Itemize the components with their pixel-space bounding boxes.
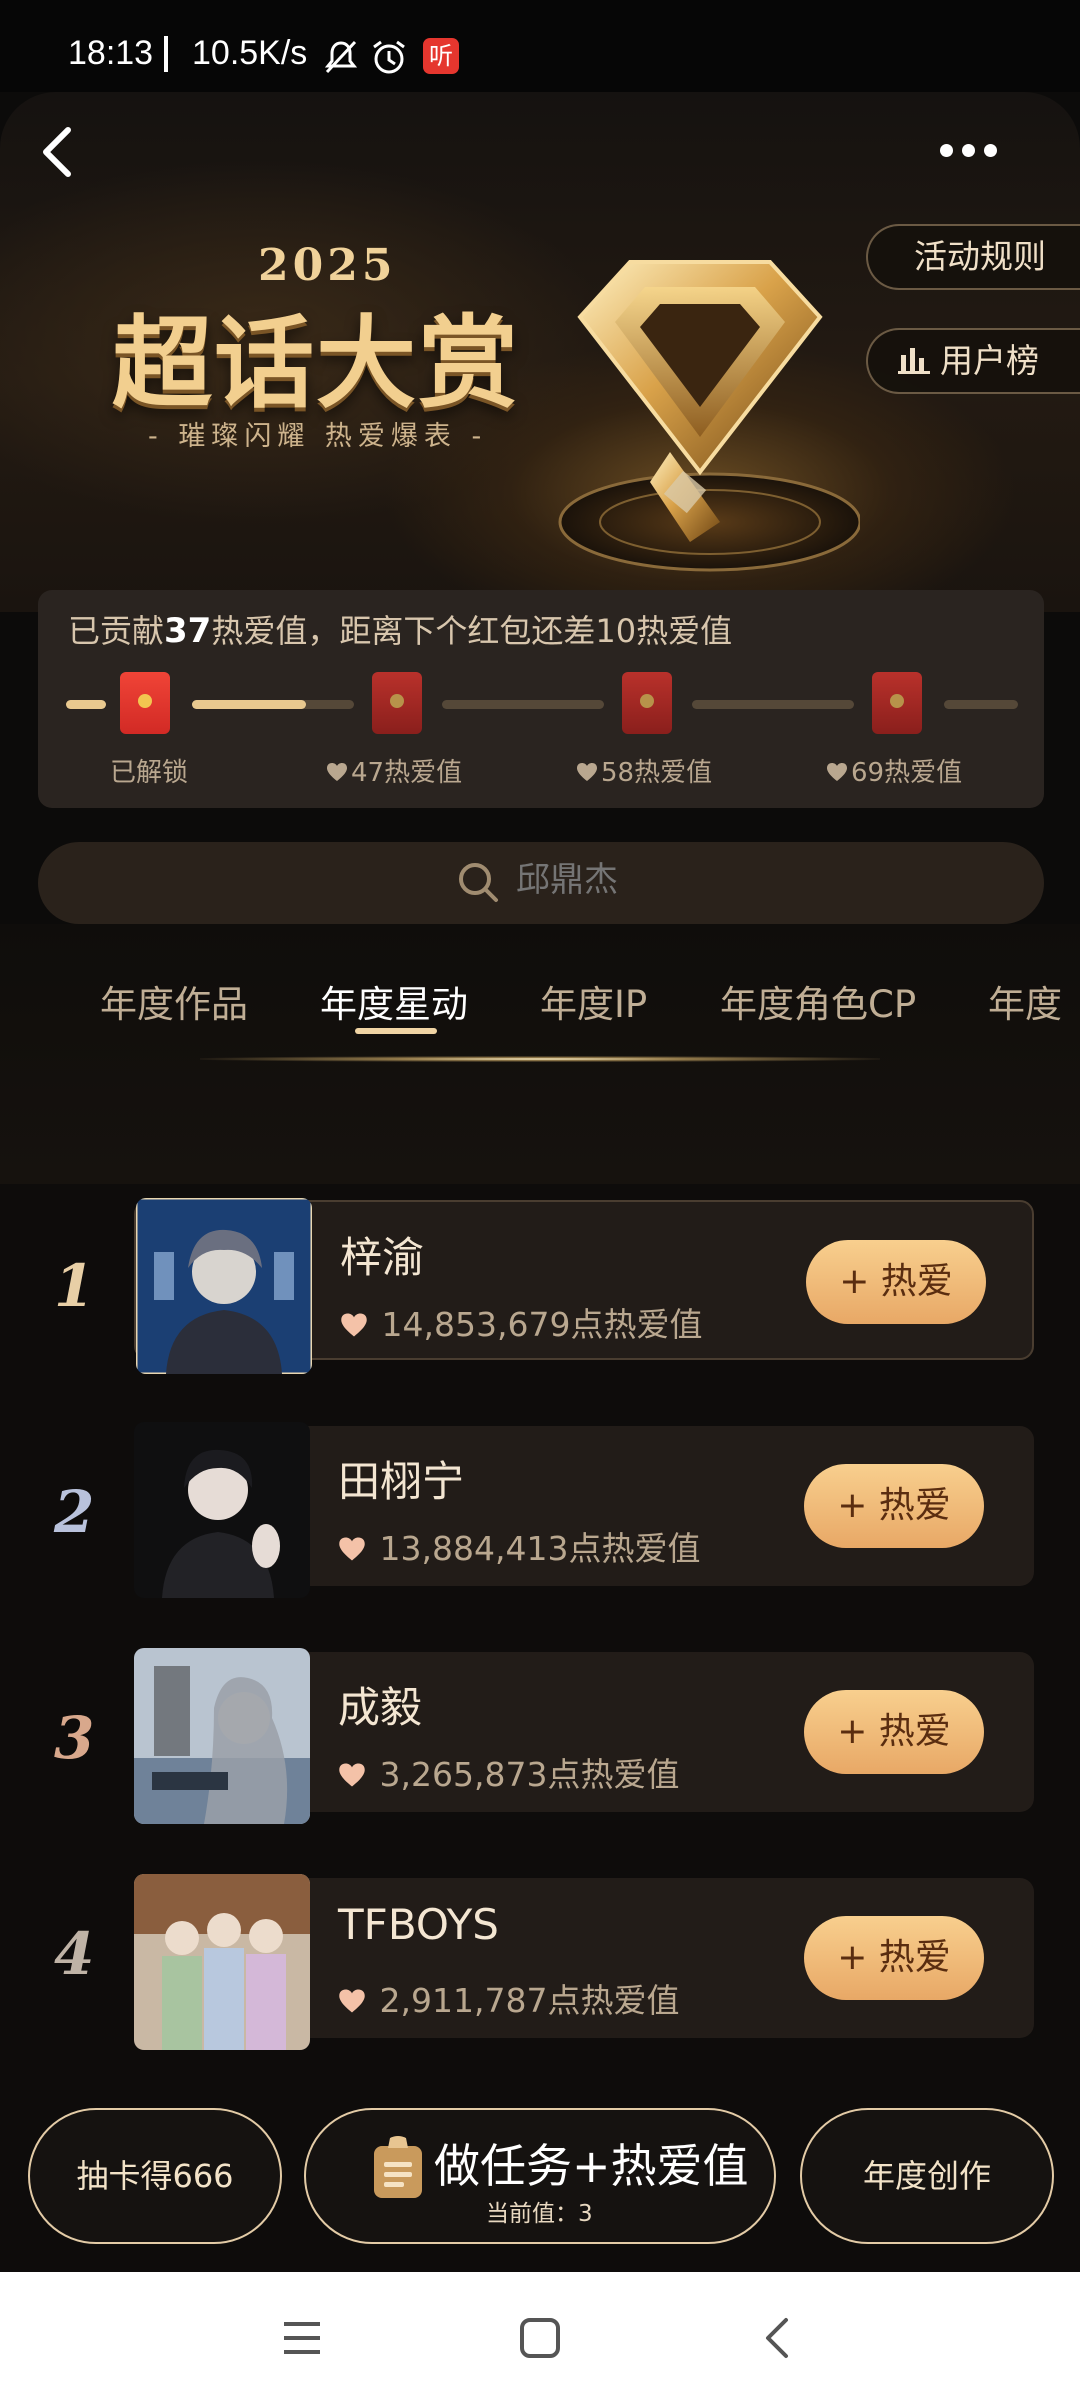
task-list-icon <box>374 2136 422 2198</box>
decorative-glow <box>200 1056 880 1062</box>
red-packet-icon[interactable] <box>872 672 922 734</box>
tab-annual-character-cp[interactable]: 年度角色CP <box>720 974 916 1028</box>
ranking-row[interactable]: 梓渝 14,853,679点热爱值 + 热爱 <box>134 1198 1034 1374</box>
love-score: 14,853,679点热爱值 <box>340 1298 702 1346</box>
progress-track-segment <box>442 700 604 709</box>
more-options-icon[interactable] <box>940 142 1010 162</box>
star-name: 田栩宁 <box>338 1457 465 1506</box>
rank-number: 4 <box>54 1920 95 1988</box>
progress-track-segment <box>66 700 106 709</box>
add-love-button[interactable]: + 热爱 <box>804 1916 984 2000</box>
progress-track-segment <box>692 700 854 709</box>
avatar-image <box>134 1648 310 1824</box>
progress-text: 已贡献37热爱值，距离下个红包还差10热爱值 <box>68 611 733 651</box>
avatar-image <box>134 1422 310 1598</box>
add-love-button[interactable]: + 热爱 <box>804 1690 984 1774</box>
red-packet-icon[interactable] <box>120 672 170 734</box>
add-love-button[interactable]: + 热爱 <box>806 1240 986 1324</box>
ranking-row[interactable]: 成毅 3,265,873点热爱值 + 热爱 <box>134 1648 1034 1824</box>
status-time: 18:13 <box>68 34 154 72</box>
listen-badge-icon: 听 <box>423 38 459 74</box>
hero-banner: 2025 超话大赏 - 璀璨闪耀 热爱爆表 - 活动规则 用户榜 <box>0 92 1080 612</box>
avatar[interactable] <box>134 1422 310 1598</box>
milestone-label: 58热爱值 <box>576 752 712 789</box>
mute-bell-icon <box>324 40 358 74</box>
annual-creation-button[interactable]: 年度创作 <box>800 2108 1054 2244</box>
star-name: 梓渝 <box>340 1233 425 1282</box>
progress-track-segment <box>944 700 1018 709</box>
avatar-image <box>136 1198 312 1374</box>
system-nav-bar <box>0 2272 1080 2400</box>
gold-trophy-logo <box>558 260 860 572</box>
heart-icon <box>339 1537 365 1560</box>
status-bar: 18:13 10.5K/s 听 <box>0 0 1080 92</box>
rank-number: 1 <box>54 1252 95 1320</box>
add-love-button[interactable]: + 热爱 <box>804 1464 984 1548</box>
banner-slogan: - 璀璨闪耀 热爱爆表 - <box>148 421 488 452</box>
rank-number: 2 <box>54 1478 95 1546</box>
home-icon[interactable] <box>518 2316 562 2360</box>
do-tasks-button[interactable]: 做任务+热爱值 当前值：3 <box>304 2108 776 2244</box>
progress-fill <box>192 700 306 709</box>
avatar-image <box>134 1874 310 2050</box>
task-current-value: 当前值：3 <box>486 2201 593 2227</box>
status-divider <box>164 36 168 72</box>
menu-icon[interactable] <box>280 2316 324 2360</box>
red-packet-icon[interactable] <box>372 672 422 734</box>
star-name: TFBOYS <box>338 1900 499 1949</box>
active-tab-indicator <box>355 1028 437 1034</box>
tab-annual-works[interactable]: 年度作品 <box>100 974 248 1028</box>
tab-annual-more[interactable]: 年度 <box>988 974 1080 1028</box>
heart-icon <box>339 1989 365 2012</box>
draw-card-button[interactable]: 抽卡得666 <box>28 2108 282 2244</box>
heart-icon <box>577 762 597 781</box>
milestone-label: 47热爱值 <box>326 752 462 789</box>
tab-annual-ip[interactable]: 年度IP <box>540 974 647 1028</box>
search-icon <box>459 863 498 902</box>
heart-icon <box>339 1763 365 1786</box>
user-ranking-label: 用户榜 <box>940 341 1039 380</box>
ranking-row[interactable]: TFBOYS 2,911,787点热爱值 + 热爱 <box>134 1874 1034 2050</box>
heart-icon <box>327 762 347 781</box>
love-score: 2,911,787点热爱值 <box>338 1974 679 2022</box>
search-input[interactable] <box>516 860 816 900</box>
search-bar[interactable] <box>38 842 1044 924</box>
red-packet-icon[interactable] <box>622 672 672 734</box>
milestone-label: 已解锁 <box>110 758 189 788</box>
heart-icon <box>827 762 847 781</box>
bar-chart-icon <box>898 347 930 374</box>
back-icon[interactable] <box>756 2316 800 2360</box>
avatar[interactable] <box>134 1648 310 1824</box>
tab-annual-stars[interactable]: 年度星动 <box>320 974 468 1028</box>
milestone-label: 69热爱值 <box>826 752 962 789</box>
rank-number: 3 <box>54 1704 95 1772</box>
love-score: 3,265,873点热爱值 <box>338 1748 679 1796</box>
user-ranking-button[interactable]: 用户榜 <box>866 328 1080 394</box>
avatar[interactable] <box>136 1198 312 1374</box>
heart-icon <box>341 1313 367 1336</box>
ranking-row[interactable]: 田栩宁 13,884,413点热爱值 + 热爱 <box>134 1422 1034 1598</box>
star-name: 成毅 <box>338 1683 423 1732</box>
back-arrow-icon[interactable] <box>28 116 88 186</box>
activity-rules-button[interactable]: 活动规则 <box>866 224 1080 290</box>
tabs-background <box>0 924 1080 1184</box>
contributed-value: 37 <box>164 611 212 651</box>
love-score: 13,884,413点热爱值 <box>338 1522 700 1570</box>
avatar[interactable] <box>134 1874 310 2050</box>
status-net-speed: 10.5K/s <box>192 34 308 72</box>
red-packet-progress: 已贡献37热爱值，距离下个红包还差10热爱值 已解锁 47热爱值 58热爱值 6… <box>38 590 1044 808</box>
task-title: 做任务+热爱值 <box>434 2139 749 2193</box>
banner-title: 超话大赏 <box>112 305 520 422</box>
alarm-icon <box>373 40 405 74</box>
